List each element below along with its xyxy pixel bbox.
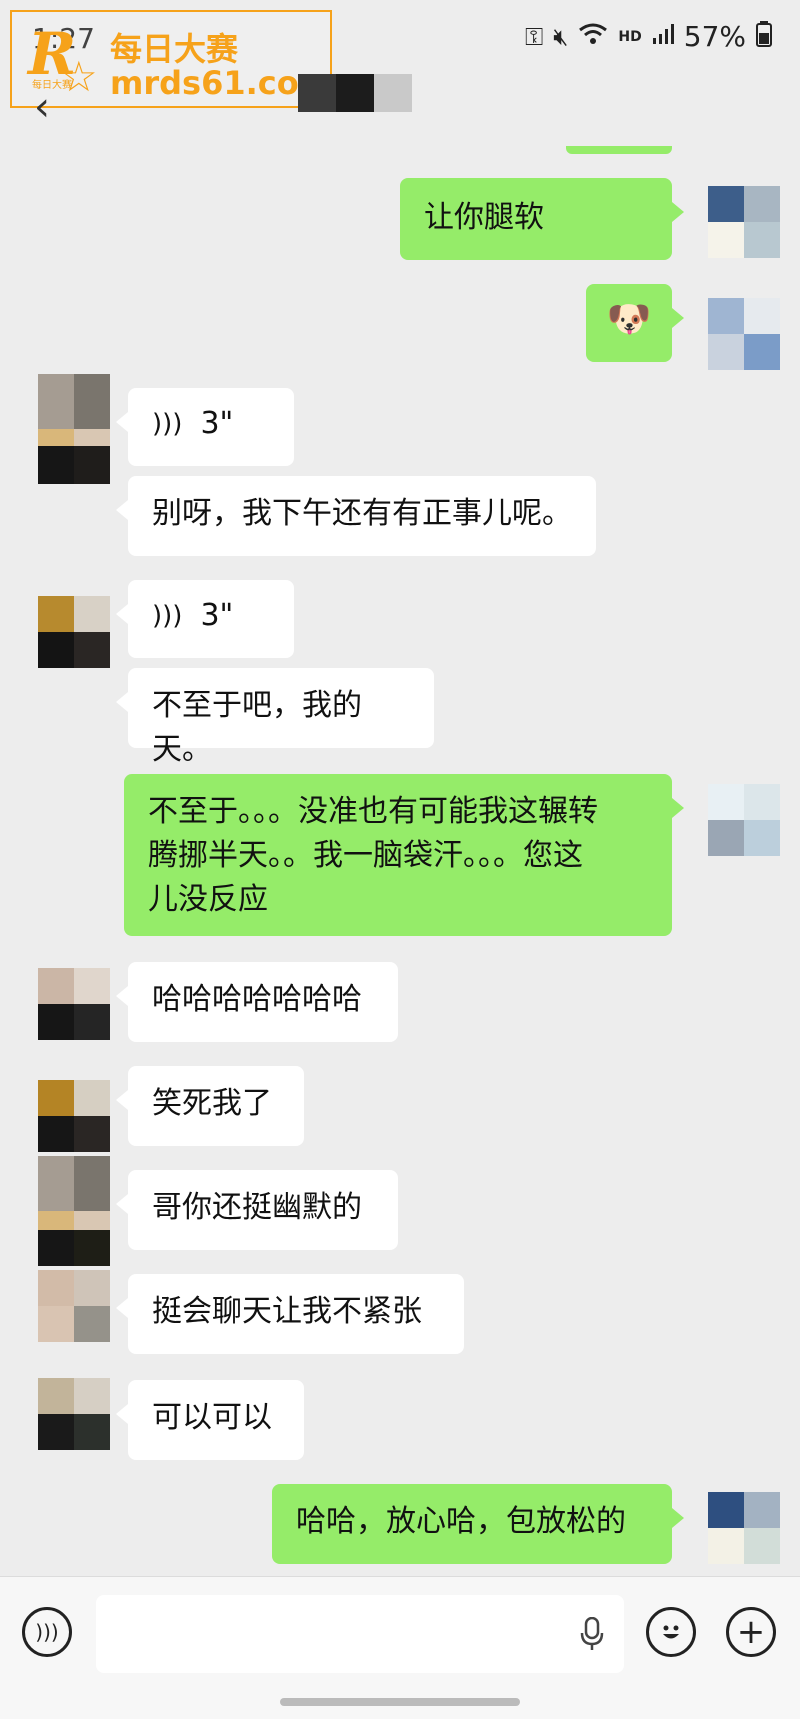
message-text: 不至于吧，我的天。: [152, 688, 362, 767]
battery-percent: 57%: [683, 20, 746, 53]
key-icon: ⚿: [525, 22, 544, 51]
voice-wave-icon: ))): [152, 409, 183, 439]
dog-face-emoji-icon: 🐶: [606, 299, 652, 340]
avatar-contact[interactable]: [38, 1270, 110, 1342]
avatar-contact[interactable]: [38, 1080, 110, 1152]
status-icons: ⚿ 🔇︎ HD 57%: [525, 20, 772, 53]
message-text: 可以可以: [152, 1400, 272, 1435]
message-text: 让你腿软: [424, 200, 544, 235]
mute-icon: 🔇︎: [553, 22, 569, 51]
message-text-line: 儿没反应: [148, 882, 268, 917]
avatar-me[interactable]: [708, 298, 780, 370]
battery-icon: [756, 20, 772, 53]
message-bubble-incoming[interactable]: 别呀，我下午还有有正事儿呢。: [116, 476, 596, 556]
message-text: 哈哈，放心哈，包放松的: [296, 1504, 626, 1539]
avatar-me[interactable]: [708, 784, 780, 856]
avatar-contact[interactable]: [38, 1378, 110, 1450]
message-text: 哈哈哈哈哈哈哈: [152, 982, 362, 1017]
avatar-contact-lower: [38, 446, 110, 484]
message-text: 笑死我了: [152, 1086, 272, 1121]
message-bubble-outgoing[interactable]: 🐶: [586, 284, 684, 362]
avatar-contact[interactable]: [38, 596, 110, 668]
message-text: 哥你还挺幽默的: [152, 1190, 362, 1225]
message-bubble-incoming[interactable]: 哈哈哈哈哈哈哈: [116, 962, 398, 1042]
hd-icon: HD: [618, 28, 642, 45]
watermark: R ☆ 每日大赛 每日大赛 mrds61.com: [10, 10, 332, 108]
avatar-contact-lower: [38, 1230, 110, 1266]
plus-icon[interactable]: +: [726, 1607, 776, 1657]
message-bubble-outgoing[interactable]: 哈哈，放心哈，包放松的: [272, 1484, 684, 1564]
message-text: 别呀，我下午还有有正事儿呢。: [152, 496, 572, 531]
message-bubble-incoming[interactable]: 笑死我了: [116, 1066, 304, 1146]
avatar-contact[interactable]: [38, 968, 110, 1040]
previous-bubble-edge: [566, 146, 672, 154]
message-bubble-outgoing[interactable]: 不至于。。。没准也有可能我这辗转 腾挪半天。。我一脑袋汗。。。您这 儿没反应: [124, 774, 684, 936]
message-bubble-incoming[interactable]: 可以可以: [116, 1380, 304, 1460]
message-text-line: 不至于。。。没准也有可能我这辗转: [148, 794, 598, 829]
voice-message-bubble[interactable]: ))) 3": [116, 388, 294, 466]
message-text: 挺会聊天让我不紧张: [152, 1294, 422, 1329]
mic-icon[interactable]: [580, 1616, 604, 1659]
message-text-line: 腾挪半天。。我一脑袋汗。。。您这: [148, 838, 583, 873]
voice-duration: 3": [200, 406, 234, 441]
signal-icon: [652, 23, 674, 51]
message-bubble-outgoing[interactable]: 让你腿软: [400, 178, 684, 260]
avatar-me[interactable]: [708, 186, 780, 258]
home-indicator[interactable]: [280, 1698, 520, 1706]
emoji-icon[interactable]: [646, 1607, 696, 1657]
voice-message-bubble[interactable]: ))) 3": [116, 580, 294, 658]
avatar-me[interactable]: [708, 1492, 780, 1564]
back-icon[interactable]: ‹: [34, 84, 50, 130]
voice-input-icon[interactable]: ))): [22, 1607, 72, 1657]
chat-title-pixelated: [298, 74, 412, 112]
voice-wave-icon: ))): [152, 601, 183, 631]
message-bubble-incoming[interactable]: 哥你还挺幽默的: [116, 1170, 398, 1250]
voice-duration: 3": [200, 598, 234, 633]
message-bubble-incoming[interactable]: 不至于吧，我的天。: [116, 668, 434, 767]
message-bubble-incoming[interactable]: 挺会聊天让我不紧张: [116, 1274, 464, 1354]
message-input[interactable]: [96, 1595, 624, 1673]
wifi-icon: [578, 22, 608, 52]
